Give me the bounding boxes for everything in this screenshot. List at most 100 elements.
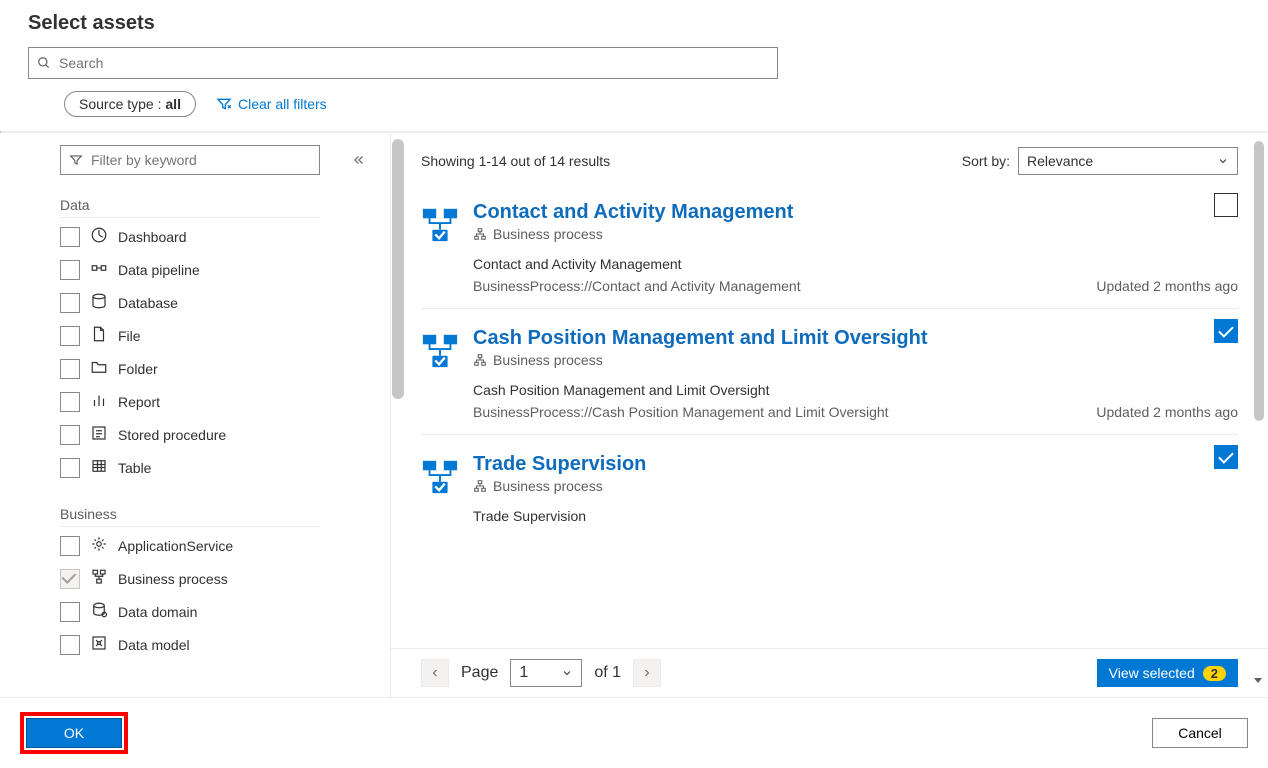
page-next-button[interactable]: [633, 659, 661, 687]
domain-icon: [90, 601, 108, 622]
filter-option-label: Data model: [118, 637, 190, 653]
scroll-down-icon[interactable]: [1252, 673, 1264, 691]
result-checkbox[interactable]: [1214, 319, 1238, 343]
collapse-sidebar-icon[interactable]: [352, 153, 366, 172]
filter-option[interactable]: File: [60, 319, 382, 352]
page-prev-button[interactable]: [421, 659, 449, 687]
result-updated: Updated 2 months ago: [1096, 404, 1238, 420]
clear-all-filters-label: Clear all filters: [238, 96, 327, 112]
table-icon: [90, 457, 108, 478]
source-type-pill[interactable]: Source type : all: [64, 91, 196, 117]
cancel-button[interactable]: Cancel: [1152, 718, 1248, 748]
page-value: 1: [519, 664, 528, 682]
checkbox[interactable]: [60, 458, 80, 478]
source-type-value: all: [165, 96, 181, 112]
checkbox[interactable]: [60, 536, 80, 556]
page-title: Select assets: [28, 12, 1240, 35]
checkbox[interactable]: [60, 392, 80, 412]
keyword-filter-input[interactable]: [89, 151, 311, 169]
filter-option[interactable]: Table: [60, 451, 382, 484]
view-selected-count: 2: [1203, 666, 1226, 681]
view-selected-button[interactable]: View selected 2: [1097, 659, 1238, 687]
page-select[interactable]: 1: [510, 659, 582, 687]
filter-option[interactable]: Database: [60, 286, 382, 319]
hierarchy-icon: [473, 479, 487, 493]
filter-option[interactable]: Dashboard: [60, 220, 382, 253]
result-uri: BusinessProcess://Cash Position Manageme…: [473, 404, 889, 420]
result-checkbox[interactable]: [1214, 193, 1238, 217]
checkbox: [60, 569, 80, 589]
result-subtype: Business process: [493, 226, 603, 242]
app-icon: [90, 535, 108, 556]
results-scrollbar[interactable]: [1254, 141, 1264, 421]
result-description: Contact and Activity Management: [473, 256, 1238, 272]
result-item: Trade SupervisionBusiness processTrade S…: [421, 435, 1238, 538]
filter-option[interactable]: Report: [60, 385, 382, 418]
pipeline-icon: [90, 259, 108, 280]
keyword-filter-wrap[interactable]: [60, 145, 320, 175]
filter-icon: [69, 153, 83, 167]
result-title[interactable]: Cash Position Management and Limit Overs…: [473, 327, 1238, 350]
filter-option[interactable]: Data pipeline: [60, 253, 382, 286]
dashboard-icon: [90, 226, 108, 247]
search-input-wrap[interactable]: [28, 47, 778, 79]
checkbox[interactable]: [60, 359, 80, 379]
result-description: Cash Position Management and Limit Overs…: [473, 382, 1238, 398]
checkbox[interactable]: [60, 635, 80, 655]
chevron-down-icon: [561, 667, 573, 679]
filter-group-title: Data: [60, 197, 320, 218]
view-selected-label: View selected: [1109, 665, 1195, 681]
bp-icon: [90, 568, 108, 589]
chevron-down-icon: [1217, 155, 1229, 167]
checkbox[interactable]: [60, 326, 80, 346]
filter-option-label: Data pipeline: [118, 262, 200, 278]
source-type-prefix: Source type :: [79, 96, 165, 112]
filter-option-label: Stored procedure: [118, 427, 226, 443]
business-process-icon: [421, 205, 459, 243]
filter-option-label: Table: [118, 460, 151, 476]
results-count: Showing 1-14 out of 14 results: [421, 153, 610, 169]
sort-select[interactable]: Relevance: [1018, 147, 1238, 175]
business-process-icon: [421, 457, 459, 495]
result-subtype: Business process: [493, 478, 603, 494]
filter-option-label: Report: [118, 394, 160, 410]
hierarchy-icon: [473, 227, 487, 241]
filter-option[interactable]: Stored procedure: [60, 418, 382, 451]
result-item: Contact and Activity Management Business …: [421, 183, 1238, 309]
filter-option-label: Data domain: [118, 604, 197, 620]
search-input[interactable]: [57, 54, 769, 72]
filter-option-label: Dashboard: [118, 229, 187, 245]
filter-group-title: Business: [60, 506, 320, 527]
checkbox[interactable]: [60, 425, 80, 445]
search-icon: [37, 56, 51, 70]
result-title[interactable]: Trade Supervision: [473, 453, 1238, 476]
result-checkbox[interactable]: [1214, 445, 1238, 469]
filter-sidebar: Data Dashboard Data pipeline Database File Fo…: [0, 133, 390, 673]
hierarchy-icon: [473, 353, 487, 367]
filter-option-label: Business process: [118, 571, 228, 587]
ok-button[interactable]: OK: [26, 718, 122, 748]
filter-option[interactable]: Data model: [60, 628, 382, 661]
result-subtype: Business process: [493, 352, 603, 368]
checkbox[interactable]: [60, 293, 80, 313]
page-label: Page: [461, 664, 498, 682]
filter-clear-icon: [216, 96, 232, 112]
folder-icon: [90, 358, 108, 379]
result-updated: Updated 2 months ago: [1096, 278, 1238, 294]
checkbox[interactable]: [60, 260, 80, 280]
checkbox[interactable]: [60, 602, 80, 622]
results-panel: Showing 1-14 out of 14 results Sort by: …: [390, 133, 1268, 697]
sort-label: Sort by:: [962, 153, 1010, 169]
filter-option-label: File: [118, 328, 141, 344]
checkbox[interactable]: [60, 227, 80, 247]
result-title[interactable]: Contact and Activity Management: [473, 201, 1238, 224]
filter-option[interactable]: ApplicationService: [60, 529, 382, 562]
sproc-icon: [90, 424, 108, 445]
filter-option[interactable]: Folder: [60, 352, 382, 385]
filter-option[interactable]: Data domain: [60, 595, 382, 628]
model-icon: [90, 634, 108, 655]
filter-option[interactable]: Business process: [60, 562, 382, 595]
filter-option-label: ApplicationService: [118, 538, 233, 554]
business-process-icon: [421, 331, 459, 369]
clear-all-filters[interactable]: Clear all filters: [216, 96, 327, 112]
